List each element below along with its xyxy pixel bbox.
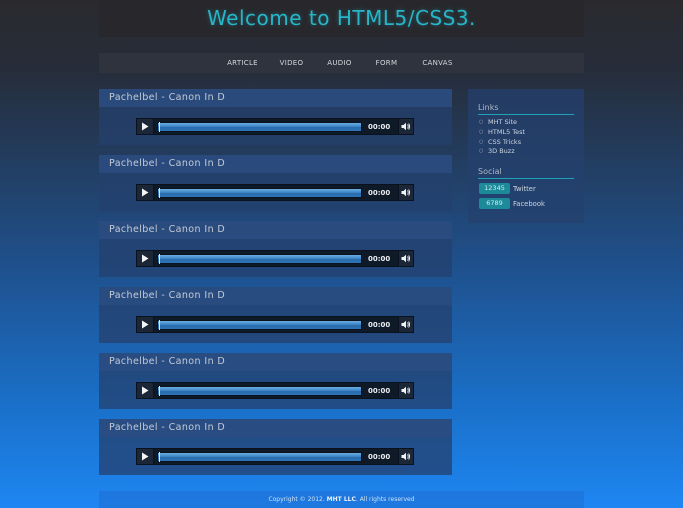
volume-icon <box>401 386 411 395</box>
article-title: Pachelbel - Canon In D <box>99 89 452 107</box>
audio-player: 00:00 <box>136 184 414 201</box>
link-html5-test[interactable]: HTML5 Test <box>479 128 584 138</box>
time-readout: 00:00 <box>368 452 391 461</box>
links-list: MHT Site HTML5 Test CSS Tricks 3D Buzz <box>479 118 584 157</box>
nav-video[interactable]: VIDEO <box>267 59 317 67</box>
volume-icon <box>401 254 411 263</box>
play-icon <box>142 386 149 395</box>
play-icon <box>142 254 149 263</box>
volume-icon <box>401 320 411 329</box>
volume-button[interactable] <box>398 449 413 464</box>
time-readout: 00:00 <box>368 188 391 197</box>
audio-player: 00:00 <box>136 118 414 135</box>
article-title: Pachelbel - Canon In D <box>99 287 452 305</box>
progress-handle[interactable] <box>159 253 160 264</box>
link-3d-buzz[interactable]: 3D Buzz <box>479 147 584 157</box>
nav-audio[interactable]: AUDIO <box>317 59 363 67</box>
twitter-count-badge: 12345 <box>479 183 510 195</box>
audio-article: Pachelbel - Canon In D 00:00 <box>99 89 452 145</box>
social-twitter[interactable]: 12345 Twitter <box>479 183 584 195</box>
facebook-count-badge: 6789 <box>479 198 510 210</box>
play-button[interactable] <box>137 383 154 398</box>
audio-article: Pachelbel - Canon In D 00:00 <box>99 287 452 343</box>
volume-button[interactable] <box>398 119 413 134</box>
site-header: Welcome to HTML5/CSS3. <box>99 0 584 37</box>
time-readout: 00:00 <box>368 122 391 131</box>
play-button[interactable] <box>137 119 154 134</box>
nav-form[interactable]: FORM <box>363 59 411 67</box>
footer-rights: . All rights reserved <box>355 496 415 503</box>
audio-article: Pachelbel - Canon In D 00:00 <box>99 419 452 475</box>
volume-icon <box>401 122 411 131</box>
audio-player: 00:00 <box>136 316 414 333</box>
twitter-link[interactable]: Twitter <box>513 185 536 193</box>
time-readout: 00:00 <box>368 320 391 329</box>
audio-player: 00:00 <box>136 382 414 399</box>
audio-article: Pachelbel - Canon In D 00:00 <box>99 155 452 211</box>
social-facebook[interactable]: 6789 Facebook <box>479 198 584 210</box>
volume-icon <box>401 452 411 461</box>
play-icon <box>142 452 149 461</box>
facebook-link[interactable]: Facebook <box>513 200 545 208</box>
article-title: Pachelbel - Canon In D <box>99 221 452 239</box>
audio-article: Pachelbel - Canon In D 00:00 <box>99 353 452 409</box>
audio-article: Pachelbel - Canon In D 00:00 <box>99 221 452 277</box>
footer-copyright: Copyright © 2012. <box>268 496 327 503</box>
play-icon <box>142 188 149 197</box>
progress-track[interactable] <box>157 451 362 462</box>
audio-player: 00:00 <box>136 448 414 465</box>
progress-handle[interactable] <box>159 319 160 330</box>
progress-handle[interactable] <box>159 385 160 396</box>
volume-button[interactable] <box>398 185 413 200</box>
progress-handle[interactable] <box>159 121 160 132</box>
play-icon <box>142 122 149 131</box>
article-title: Pachelbel - Canon In D <box>99 419 452 437</box>
sidebar: Links MHT Site HTML5 Test CSS Tricks 3D … <box>468 89 584 223</box>
play-button[interactable] <box>137 185 154 200</box>
volume-button[interactable] <box>398 317 413 332</box>
article-list: Pachelbel - Canon In D 00:00 Pachelbel - C… <box>99 89 452 485</box>
nav-article[interactable]: ARTICLE <box>219 59 267 67</box>
play-button[interactable] <box>137 317 154 332</box>
progress-track[interactable] <box>157 319 362 330</box>
article-title: Pachelbel - Canon In D <box>99 155 452 173</box>
nav-canvas[interactable]: CANVAS <box>411 59 465 67</box>
site-footer: Copyright © 2012. MHT LLC. All rights re… <box>99 491 584 508</box>
link-mht-site[interactable]: MHT Site <box>479 118 584 128</box>
main-nav: ARTICLE VIDEO AUDIO FORM CANVAS <box>99 53 584 73</box>
play-button[interactable] <box>137 251 154 266</box>
volume-button[interactable] <box>398 383 413 398</box>
time-readout: 00:00 <box>368 254 391 263</box>
footer-company[interactable]: MHT LLC <box>327 496 356 503</box>
progress-track[interactable] <box>157 385 362 396</box>
progress-handle[interactable] <box>159 187 160 198</box>
link-css-tricks[interactable]: CSS Tricks <box>479 138 584 148</box>
links-heading: Links <box>478 103 574 115</box>
site-title: Welcome to HTML5/CSS3. <box>207 6 476 30</box>
progress-track[interactable] <box>157 187 362 198</box>
audio-player: 00:00 <box>136 250 414 267</box>
progress-handle[interactable] <box>159 451 160 462</box>
progress-track[interactable] <box>157 253 362 264</box>
play-icon <box>142 320 149 329</box>
time-readout: 00:00 <box>368 386 391 395</box>
article-title: Pachelbel - Canon In D <box>99 353 452 371</box>
play-button[interactable] <box>137 449 154 464</box>
volume-button[interactable] <box>398 251 413 266</box>
volume-icon <box>401 188 411 197</box>
social-heading: Social <box>478 167 574 180</box>
progress-track[interactable] <box>157 121 362 132</box>
